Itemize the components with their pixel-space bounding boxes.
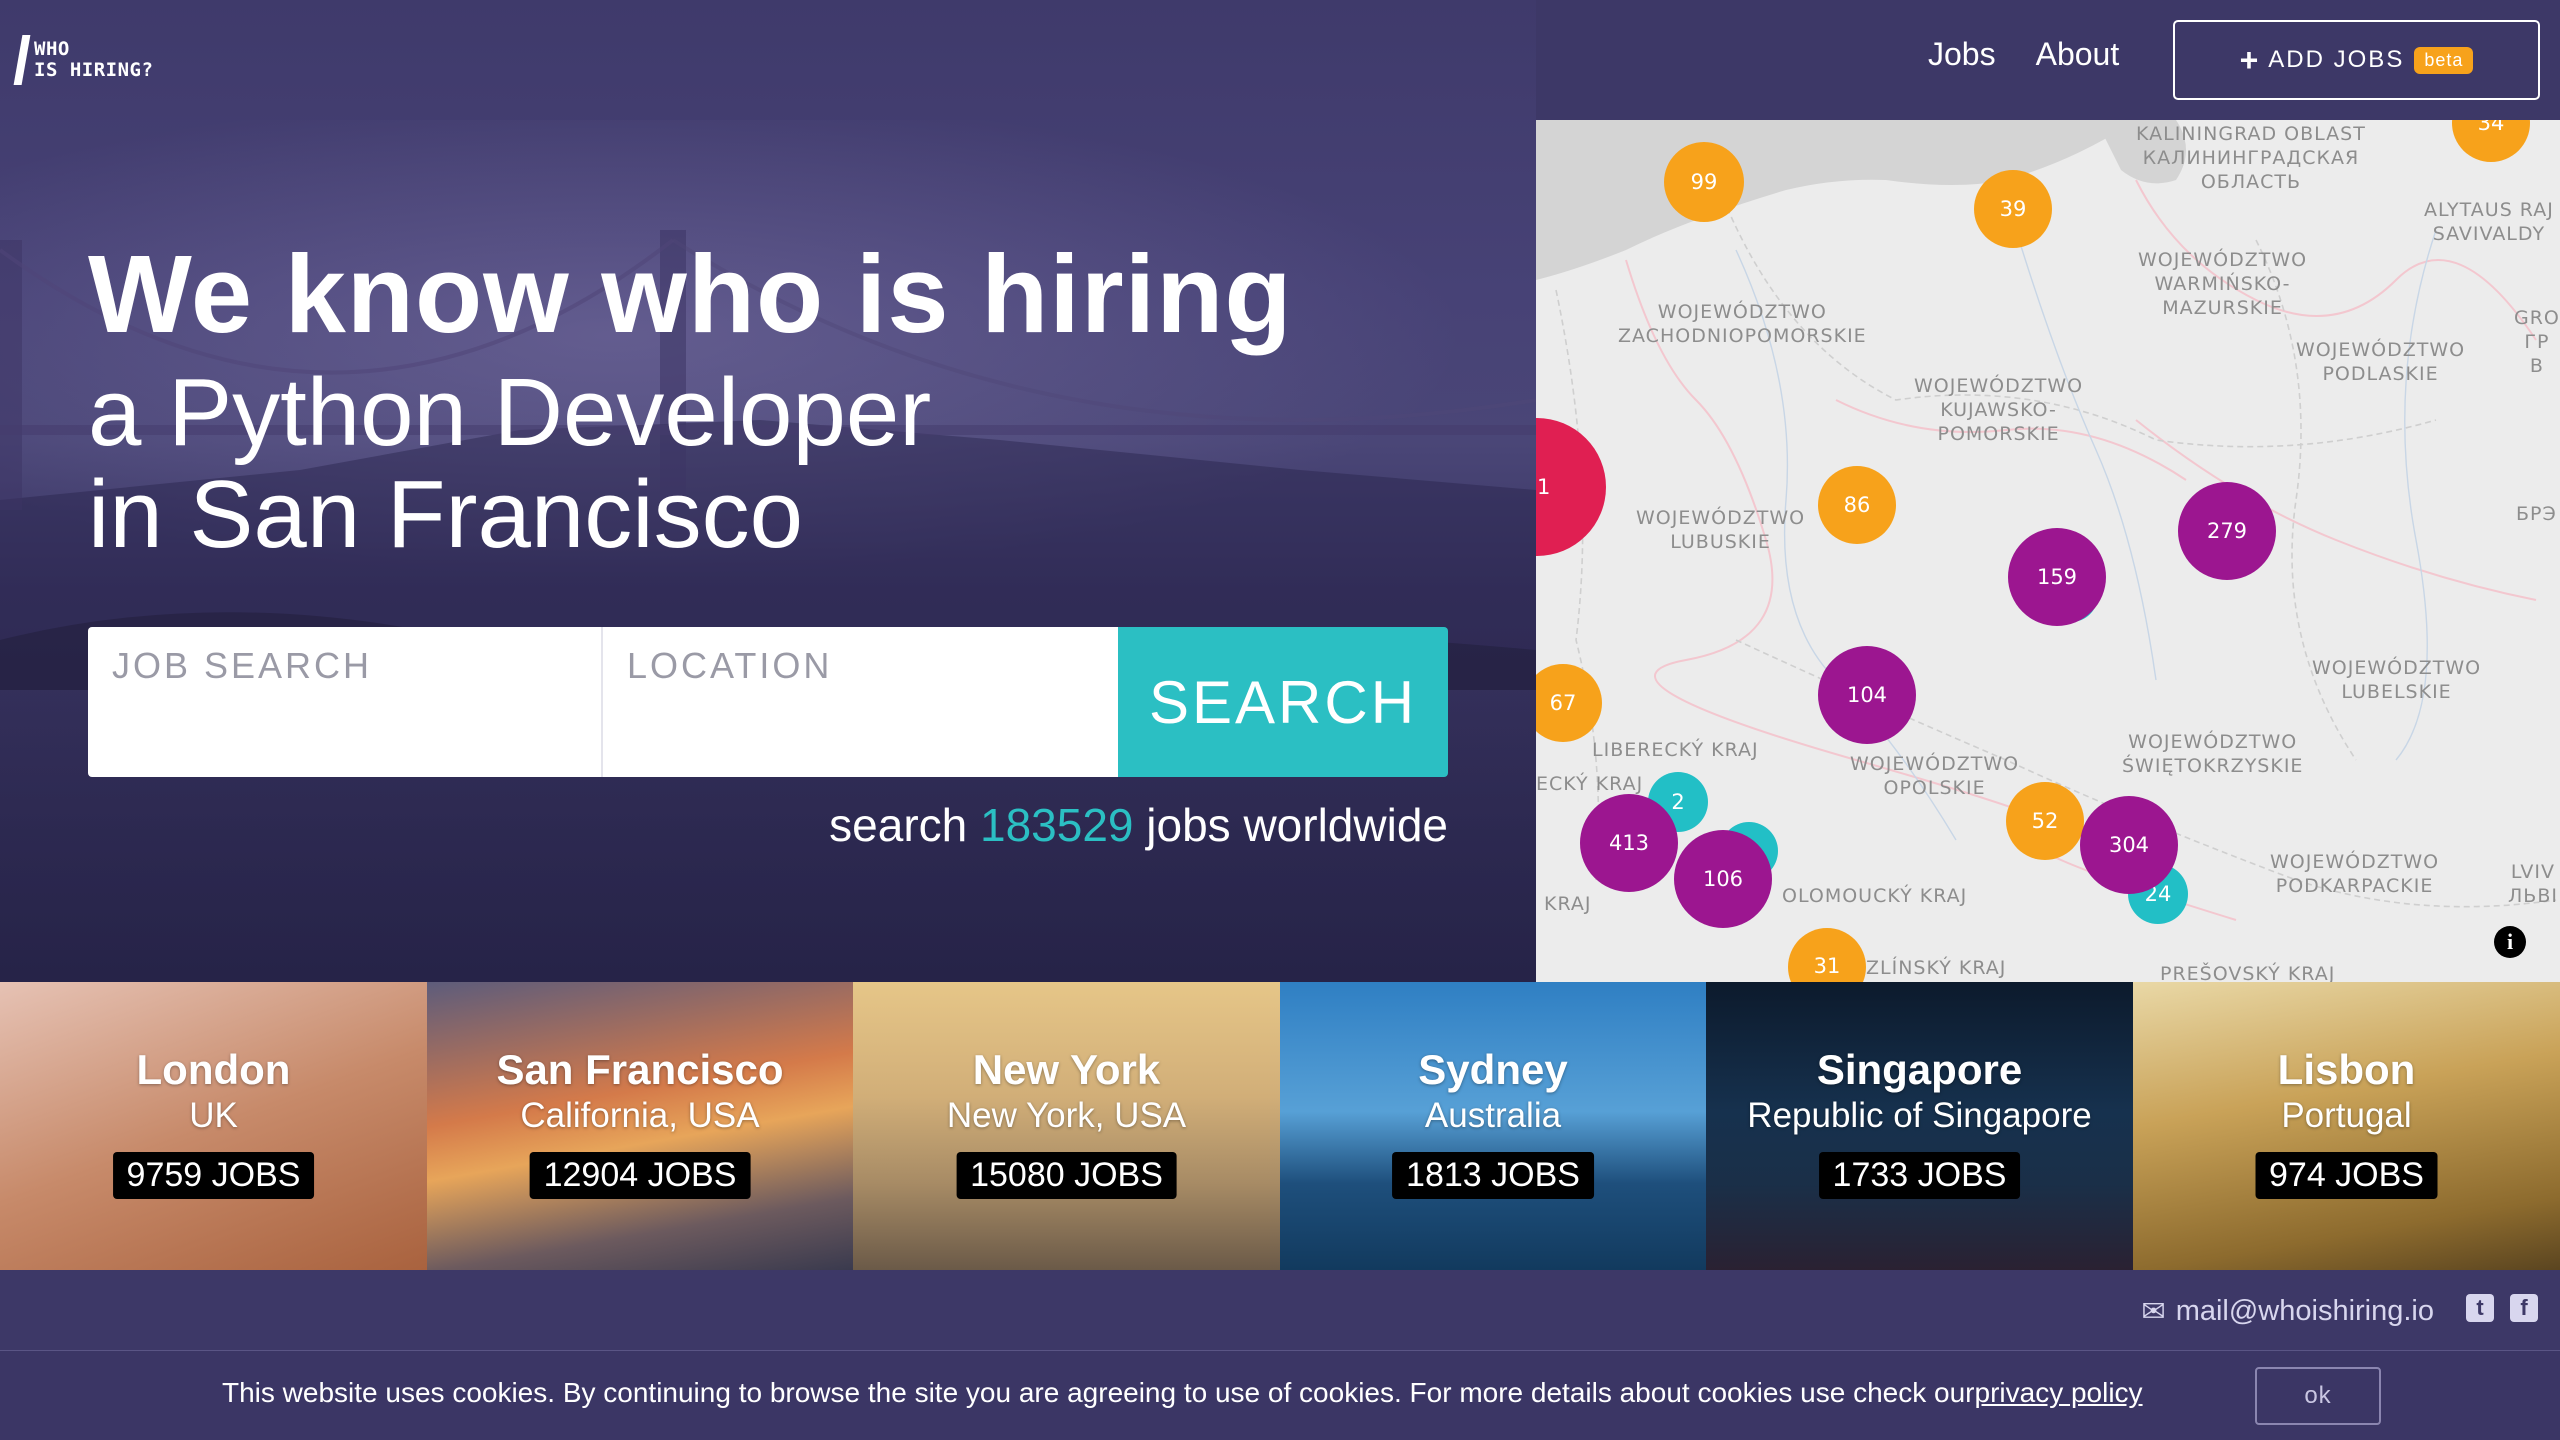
city-tile-san-francisco[interactable]: San Francisco California, USA 12904 JOBS <box>427 982 853 1270</box>
map-region-lviv: LVIV ЛЬВІ <box>2508 861 2558 907</box>
city-region: New York, USA <box>946 1096 1187 1135</box>
city-tile-london[interactable]: London UK 9759 JOBS <box>0 982 427 1270</box>
city-name: San Francisco <box>496 1046 784 1093</box>
city-name: New York <box>972 1046 1161 1093</box>
map-region-grodno: GRO ГР В <box>2514 307 2560 377</box>
cookie-banner: This website uses cookies. By continuing… <box>0 1350 2560 1440</box>
main-nav: Jobs About <box>1928 36 2119 73</box>
city-tile-new-york[interactable]: New York New York, USA 15080 JOBS <box>853 982 1280 1270</box>
city-jobs-badge: 1733 JOBS <box>1818 1152 2021 1199</box>
city-name: London <box>136 1046 291 1093</box>
map-cluster[interactable]: 159 <box>2008 528 2106 626</box>
nav-jobs-link[interactable]: Jobs <box>1928 36 1996 73</box>
privacy-policy-link[interactable]: privacy policy <box>1975 1377 2143 1408</box>
twitter-icon[interactable]: t <box>2466 1294 2494 1322</box>
social-links: t f <box>2466 1294 2538 1322</box>
map-region-swietokrzyskie: WOJEWÓDZTWO ŚWIĘTOKRZYSKIE <box>2122 731 2304 777</box>
location-input[interactable] <box>603 627 1118 777</box>
city-jobs-badge: 12904 JOBS <box>529 1152 751 1199</box>
map-cluster[interactable]: 52 <box>2006 782 2084 860</box>
map-region-podlaskie: WOJEWÓDZTWO PODLASKIE <box>2296 339 2466 385</box>
map-region-lubuskie: WOJEWÓDZTWO LUBUSKIE <box>1636 507 1806 553</box>
map-region-krajsky: ECKÝ KRAJ <box>1536 773 1644 795</box>
location-field: LOCATION <box>603 627 1118 777</box>
footer: ✉ mail@whoishiring.io t f <box>0 1270 2560 1350</box>
search-form: JOB SEARCH LOCATION SEARCH <box>88 627 1448 777</box>
map-region-kraj: KRAJ <box>1544 893 1592 915</box>
map-region-zlinsky: ZLÍNSKÝ KRAJ <box>1866 957 2007 979</box>
counter-value: 183529 <box>980 799 1134 851</box>
site-logo[interactable]: WHO IS HIRING? <box>13 34 154 86</box>
map-region-liberecky: LIBERECKÝ KRAJ <box>1592 739 1759 761</box>
map-region-zachodniopomorskie: WOJEWÓDZTWO ZACHODNIOPOMORSKIE <box>1618 301 1867 347</box>
envelope-icon: ✉ <box>2141 1296 2166 1328</box>
city-region: Republic of Singapore <box>1747 1096 2092 1135</box>
email-link[interactable]: ✉ mail@whoishiring.io <box>2141 1294 2434 1329</box>
map-region-presovsky: PREŠOVSKÝ KRAJ <box>2160 963 2336 982</box>
map-cluster[interactable]: 279 <box>2178 482 2276 580</box>
cookie-message: This website uses cookies. By continuing… <box>222 1377 2143 1409</box>
map-region-kaliningrad: KALININGRAD OBLAST КАЛИНИНГРАДСКАЯ ОБЛАСТЬ <box>2136 123 2366 193</box>
city-region: Portugal <box>2281 1096 2412 1135</box>
search-button[interactable]: SEARCH <box>1118 627 1448 777</box>
hero-subline-location: in San Francisco <box>88 461 803 568</box>
hero-subline: a Python Developer in San Francisco <box>88 362 931 566</box>
cookie-ok-button[interactable]: ok <box>2255 1367 2381 1425</box>
city-name: Singapore <box>1816 1046 2023 1093</box>
job-search-input[interactable] <box>88 627 601 777</box>
hero-headline: We know who is hiring <box>88 233 1293 356</box>
map-cluster[interactable]: 86 <box>1818 466 1896 544</box>
add-jobs-button[interactable]: + ADD JOBS beta <box>2173 20 2540 100</box>
jobs-counter: search 183529 jobs worldwide <box>829 798 1448 852</box>
map-cluster[interactable]: 99 <box>1664 142 1744 222</box>
city-jobs-badge: 974 JOBS <box>2255 1152 2438 1199</box>
map-region-kujawsko-pomorskie: WOJEWÓDZTWO KUJAWSKO- POMORSKIE <box>1914 375 2084 445</box>
map-region-alytaus: ALYTAUS RAJ SAVIVALDY <box>2424 199 2554 245</box>
info-icon[interactable]: i <box>2494 926 2526 958</box>
map-region-olomoucky: OLOMOUCKÝ KRAJ <box>1782 885 1968 907</box>
map-cluster[interactable]: 413 <box>1580 794 1678 892</box>
plus-icon: + <box>2239 41 2259 78</box>
map-region-lubelskie: WOJEWÓDZTWO LUBELSKIE <box>2312 657 2482 703</box>
add-jobs-label: ADD JOBS <box>2268 46 2405 73</box>
city-jobs-badge: 1813 JOBS <box>1392 1152 1594 1199</box>
map-region-brest: БРЭ <box>2516 503 2557 525</box>
city-jobs-badge: 15080 JOBS <box>956 1152 1177 1199</box>
logo-line-2: IS HIRING? <box>34 59 154 81</box>
logo-line-1: WHO <box>34 38 70 60</box>
beta-badge: beta <box>2414 46 2474 74</box>
city-tile-singapore[interactable]: Singapore Republic of Singapore 1733 JOB… <box>1706 982 2133 1270</box>
map-cluster[interactable]: 304 <box>2080 796 2178 894</box>
cookie-text: This website uses cookies. By continuing… <box>222 1377 1975 1408</box>
counter-suffix: jobs worldwide <box>1146 799 1448 851</box>
city-name: Lisbon <box>2277 1046 2416 1093</box>
job-search-field: JOB SEARCH <box>88 627 603 777</box>
map-region-podkarpackie: WOJEWÓDZTWO PODKARPACKIE <box>2270 851 2440 897</box>
city-region: California, USA <box>520 1096 760 1135</box>
map-region-opolskie: WOJEWÓDZTWO OPOLSKIE <box>1850 753 2020 799</box>
facebook-icon[interactable]: f <box>2510 1294 2538 1322</box>
city-region: UK <box>189 1096 238 1135</box>
email-address: mail@whoishiring.io <box>2175 1295 2434 1327</box>
city-tiles: London UK 9759 JOBS San Francisco Califo… <box>0 982 2560 1270</box>
jobs-map[interactable]: KALININGRAD OBLAST КАЛИНИНГРАДСКАЯ ОБЛАСТЬ… <box>1536 120 2560 982</box>
city-region: Australia <box>1424 1096 1562 1135</box>
city-tile-lisbon[interactable]: Lisbon Portugal 974 JOBS <box>2133 982 2560 1270</box>
map-region-warminsko-mazurskie: WOJEWÓDZTWO WARMIŃSKO- MAZURSKIE <box>2138 249 2308 319</box>
map-cluster[interactable]: 106 <box>1674 830 1772 928</box>
city-tile-sydney[interactable]: Sydney Australia 1813 JOBS <box>1280 982 1706 1270</box>
city-name: Sydney <box>1418 1046 1568 1093</box>
map-cluster[interactable]: 104 <box>1818 646 1916 744</box>
hero-subline-role: a Python Developer <box>88 359 932 466</box>
map-cluster[interactable]: 39 <box>1974 170 2052 248</box>
city-jobs-badge: 9759 JOBS <box>112 1152 315 1199</box>
counter-prefix: search <box>829 799 968 851</box>
nav-about-link[interactable]: About <box>2036 36 2120 73</box>
